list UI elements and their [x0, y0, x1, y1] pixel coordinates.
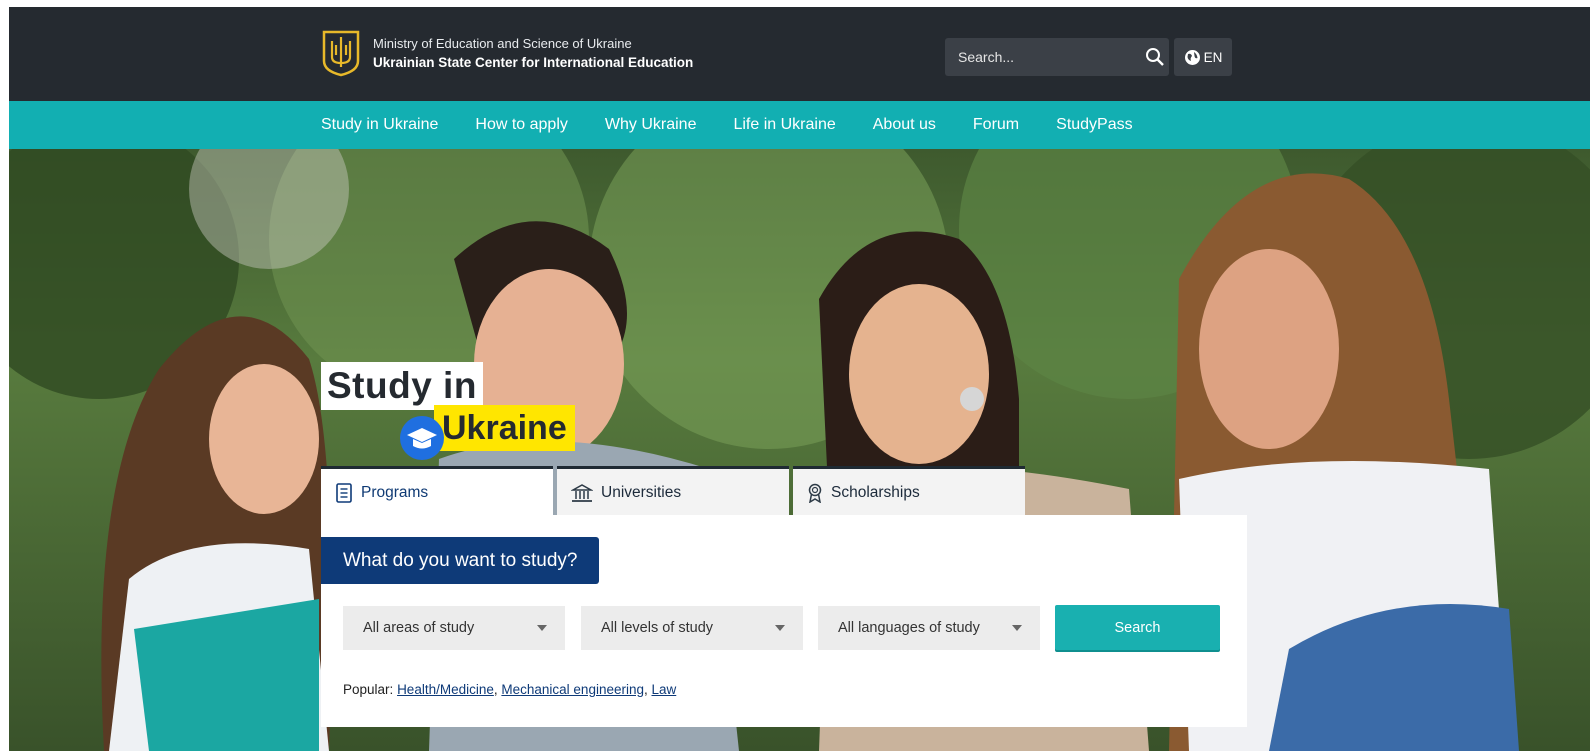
tab-scholarships[interactable]: Scholarships	[793, 466, 1025, 516]
nav-item-how-to-apply[interactable]: How to apply	[475, 116, 568, 134]
nav-item-forum[interactable]: Forum	[973, 116, 1019, 134]
search-icon	[1146, 48, 1164, 66]
popular-label: Popular:	[343, 682, 394, 697]
center-name: Ukrainian State Center for International…	[373, 55, 694, 70]
brand-study-in: Study in	[321, 362, 483, 410]
search-input[interactable]	[945, 37, 1141, 77]
language-label: EN	[1203, 49, 1223, 65]
main-nav: Study in Ukraine How to apply Why Ukrain…	[9, 101, 1590, 149]
area-of-study-select[interactable]: All areas of study	[343, 606, 565, 650]
nav-item-study-in-ukraine[interactable]: Study in Ukraine	[321, 116, 438, 134]
tab-universities[interactable]: Universities	[557, 466, 789, 516]
tab-programs-label: Programs	[361, 483, 429, 501]
language-switcher[interactable]: EN	[1174, 38, 1232, 76]
level-of-study-value: All levels of study	[601, 620, 714, 636]
hero-banner: Study in Ukraine Programs Universities S…	[9, 149, 1590, 751]
nav-item-life-in-ukraine[interactable]: Life in Ukraine	[733, 116, 835, 134]
building-icon	[571, 483, 593, 502]
language-of-study-select[interactable]: All languages of study	[818, 606, 1040, 650]
site-logo[interactable]: Ministry of Education and Science of Ukr…	[321, 29, 693, 77]
top-bar: Ministry of Education and Science of Ukr…	[9, 7, 1590, 101]
popular-link-mechanical-engineering[interactable]: Mechanical engineering	[501, 682, 644, 697]
nav-item-studypass[interactable]: StudyPass	[1056, 116, 1132, 134]
search-question-heading: What do you want to study?	[321, 537, 600, 584]
program-search-panel: What do you want to study? All areas of …	[321, 515, 1247, 727]
popular-searches: Popular: Health/Medicine, Mechanical eng…	[343, 682, 677, 697]
graduation-cap-icon	[400, 416, 444, 460]
tab-scholarships-label: Scholarships	[831, 483, 920, 501]
popular-link-law[interactable]: Law	[652, 682, 677, 697]
area-of-study-value: All areas of study	[363, 620, 475, 636]
tab-universities-label: Universities	[601, 483, 682, 501]
popular-link-health-medicine[interactable]: Health/Medicine	[397, 682, 494, 697]
language-of-study-value: All languages of study	[838, 620, 980, 636]
ministry-name: Ministry of Education and Science of Ukr…	[373, 36, 632, 51]
ukraine-trident-emblem-icon	[322, 30, 360, 77]
page: Ministry of Education and Science of Ukr…	[9, 7, 1590, 751]
chevron-down-icon	[775, 625, 785, 631]
nav-item-about-us[interactable]: About us	[873, 116, 936, 134]
globe-icon	[1184, 49, 1200, 65]
logo-text: Ministry of Education and Science of Ukr…	[373, 34, 693, 72]
level-of-study-select[interactable]: All levels of study	[581, 606, 803, 650]
search-button[interactable]	[1141, 38, 1169, 76]
chevron-down-icon	[537, 625, 547, 631]
tab-programs[interactable]: Programs	[321, 466, 553, 516]
brand-ukraine: Ukraine	[434, 405, 575, 451]
document-list-icon	[336, 482, 352, 503]
chevron-down-icon	[1012, 625, 1022, 631]
award-icon	[808, 483, 822, 503]
nav-item-why-ukraine[interactable]: Why Ukraine	[605, 116, 697, 134]
program-search-button[interactable]: Search	[1055, 605, 1220, 650]
site-search	[945, 37, 1169, 77]
